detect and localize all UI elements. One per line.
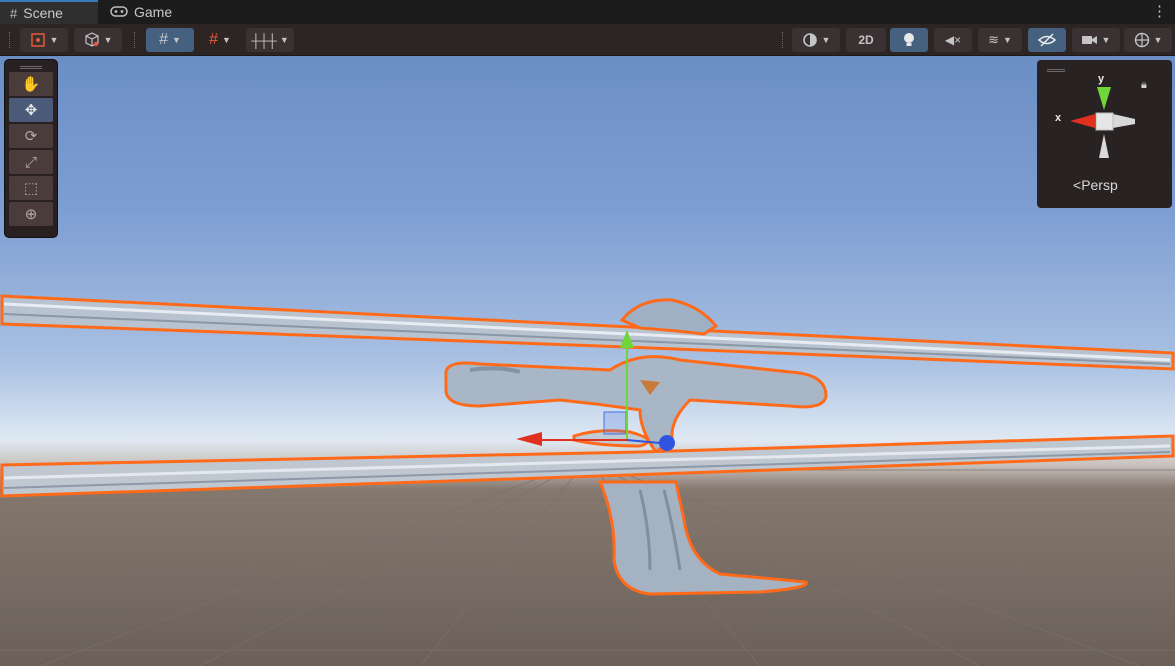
chevron-down-icon: ▼: [171, 35, 181, 45]
scene-visibility-toggle[interactable]: [1028, 28, 1066, 52]
scale-icon: ⤢: [24, 153, 37, 171]
more-options-icon[interactable]: ⋮: [1152, 2, 1167, 20]
toolbar-grip: [9, 32, 12, 48]
mute-speaker-icon: ◀×: [944, 33, 962, 47]
upper-beam-shadow: [3, 313, 1171, 365]
tab-scene-label: Scene: [23, 5, 63, 21]
toggle-2d-button[interactable]: 2D: [846, 28, 886, 52]
gizmo-center-cube[interactable]: [1095, 112, 1114, 131]
legs-mesh: [597, 480, 808, 596]
orientation-cube[interactable]: [1037, 60, 1172, 170]
move-arrows-icon: ✥: [24, 102, 38, 119]
hand-tool-button[interactable]: ✋: [9, 72, 53, 96]
chevron-down-icon: ▼: [103, 35, 113, 45]
gizmo-cone-neg-x[interactable]: [1113, 114, 1135, 128]
increment-snapping-dropdown[interactable]: ┼┼┼ ▼: [246, 28, 294, 52]
grid-snap-icon: #: [209, 31, 218, 48]
effects-dropdown[interactable]: ≋ ▼: [978, 28, 1022, 52]
tool-handle-rotation-dropdown[interactable]: ▼: [74, 28, 122, 52]
projection-label: Persp: [1081, 177, 1118, 193]
hidden-eye-icon: [1038, 33, 1056, 47]
lighting-toggle[interactable]: [890, 28, 928, 52]
toggle-2d-label: 2D: [858, 33, 874, 47]
layers-icon: ≋: [988, 32, 999, 47]
ruler-icon: ┼┼┼: [251, 32, 277, 48]
toolbar-grip: [782, 32, 785, 48]
gizmo-globe-icon: [1134, 32, 1149, 48]
gizmo-z-arrow[interactable]: [659, 435, 675, 451]
hand-icon: ✋: [21, 76, 41, 93]
scale-tool-button[interactable]: ⤢: [9, 150, 53, 174]
gizmo-cone-neg-y[interactable]: [1099, 134, 1109, 158]
grid-icon: #: [159, 31, 168, 48]
lower-beam-mesh: [0, 434, 1175, 498]
chevron-down-icon: ▼: [221, 35, 231, 45]
camera-icon: [1081, 36, 1097, 44]
chevron-down-icon: ▼: [279, 35, 289, 45]
pivot-icon: [30, 33, 45, 47]
gamepad-icon: [110, 5, 128, 20]
projection-toggle[interactable]: <Persp: [1073, 177, 1118, 193]
rotate-tool-button[interactable]: ⟳: [9, 124, 53, 148]
draw-mode-dropdown[interactable]: ▼: [792, 28, 840, 52]
scene-viewport[interactable]: [0, 56, 1175, 666]
toolbar-grip: [134, 32, 137, 48]
overlay-drag-handle[interactable]: [5, 60, 57, 70]
scene-render: [0, 294, 1175, 666]
chevron-down-icon: ▼: [1101, 35, 1111, 45]
perspective-icon: <: [1073, 177, 1082, 193]
scene-grid-icon: #: [10, 5, 18, 21]
tab-game-label: Game: [134, 4, 173, 20]
tab-bar: # Scene Game ⋮: [0, 0, 1175, 24]
gizmo-x-arrow[interactable]: [516, 432, 542, 446]
orientation-gizmo-overlay: 🔒︎ y x <Persp: [1037, 60, 1172, 208]
move-tool-button[interactable]: ✥: [9, 98, 53, 122]
gizmos-dropdown[interactable]: ▼: [1124, 28, 1172, 52]
rotate-icon: ⟳: [24, 128, 38, 145]
chevron-down-icon: ▼: [821, 35, 831, 45]
scene-toolbar: ▼ ▼ # ▼ # ▼ ┼┼┼ ▼ ▼ 2D ◀× ≋ ▼ ▼ ▼: [0, 24, 1175, 56]
chevron-down-icon: ▼: [1153, 35, 1163, 45]
transform-icon: ⊕: [24, 206, 38, 223]
tool-handle-position-dropdown[interactable]: ▼: [20, 28, 68, 52]
audio-toggle[interactable]: ◀×: [934, 28, 972, 52]
chevron-down-icon: ▼: [1002, 35, 1012, 45]
gizmo-cone-x[interactable]: [1070, 114, 1095, 128]
lightbulb-icon: [904, 33, 914, 46]
tab-game[interactable]: Game: [100, 0, 186, 24]
tab-scene[interactable]: # Scene: [0, 0, 98, 24]
grid-visibility-dropdown[interactable]: # ▼: [146, 28, 194, 52]
transform-tool-button[interactable]: ⊕: [9, 202, 53, 226]
chevron-down-icon: ▼: [49, 35, 59, 45]
rect-tool-button[interactable]: ⬚: [9, 176, 53, 200]
rect-transform-icon: ⬚: [23, 180, 39, 197]
gizmo-cone-y[interactable]: [1097, 87, 1111, 110]
cube-icon: [84, 32, 99, 47]
shading-sphere-icon: [802, 33, 817, 47]
grid-snapping-dropdown[interactable]: # ▼: [198, 28, 242, 52]
camera-settings-dropdown[interactable]: ▼: [1072, 28, 1120, 52]
tools-overlay: ✋ ✥ ⟳ ⤢ ⬚ ⊕: [5, 60, 57, 237]
gizmo-xy-plane[interactable]: [603, 411, 627, 435]
